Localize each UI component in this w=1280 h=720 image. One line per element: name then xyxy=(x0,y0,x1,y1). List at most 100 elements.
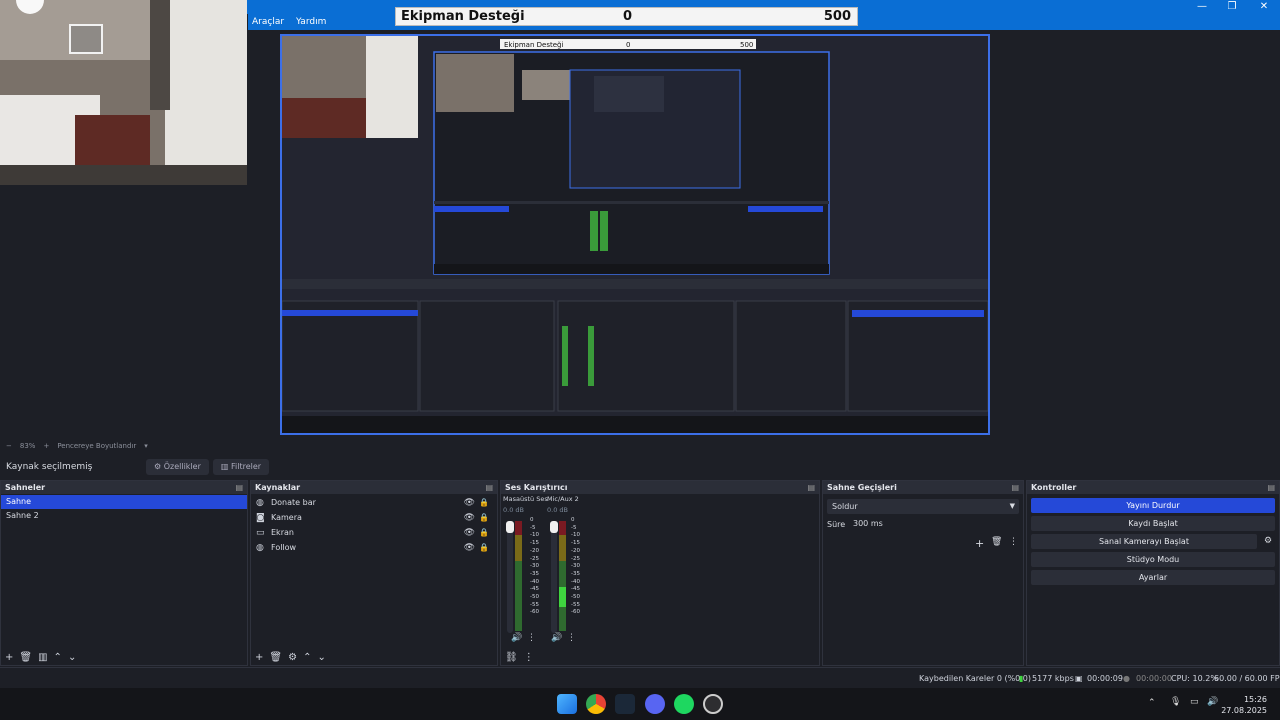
network-icon[interactable]: ▭ xyxy=(1190,697,1199,707)
steam-icon[interactable] xyxy=(615,694,635,714)
controls-title: Kontroller ▤ xyxy=(1027,481,1279,494)
add-icon[interactable]: + xyxy=(5,652,13,663)
camera-icon: ◙ xyxy=(256,512,265,523)
chrome-icon[interactable] xyxy=(586,694,606,714)
scale-tick: -55 xyxy=(571,601,580,608)
speaker-icon[interactable]: 🔊 xyxy=(551,633,562,643)
menu-tools[interactable]: Araçlar xyxy=(252,17,284,27)
volume-fader[interactable] xyxy=(506,521,514,633)
zoom-out-icon[interactable]: − xyxy=(6,442,12,450)
lock-icon[interactable]: 🔒 xyxy=(479,543,489,552)
system-clock[interactable]: 15:26 27.08.2025 xyxy=(1221,694,1267,716)
transition-select[interactable]: Soldur ▼ xyxy=(827,499,1019,514)
dock-menu-icon[interactable]: ▤ xyxy=(1011,481,1019,494)
dock-menu-icon[interactable]: ▤ xyxy=(485,481,493,494)
sources-title-label: Kaynaklar xyxy=(255,483,301,492)
move-up-icon[interactable]: ⌃ xyxy=(303,652,311,663)
add-icon[interactable]: + xyxy=(975,537,984,550)
record-icon: ● xyxy=(1123,674,1130,683)
trash-icon[interactable]: 🗑 xyxy=(991,537,1002,547)
settings-button[interactable]: Ayarlar xyxy=(1031,570,1275,585)
goal-current: 0 xyxy=(623,9,633,24)
eye-icon[interactable]: 👁 xyxy=(464,543,475,553)
move-down-icon[interactable]: ⌄ xyxy=(68,652,76,663)
dock-menu-icon[interactable]: ▤ xyxy=(807,481,815,494)
move-down-icon[interactable]: ⌄ xyxy=(317,652,325,663)
stream-time: 00:00:09 xyxy=(1087,674,1123,683)
chevron-up-icon[interactable]: ⌃ xyxy=(1148,698,1156,708)
controls-dock: Kontroller ▤ Yayını Durdur Kaydı Başlat S… xyxy=(1026,480,1280,666)
stream-preview[interactable]: Ekipman Desteği 0 500 xyxy=(280,34,990,435)
source-label: Follow xyxy=(271,543,297,552)
scale-tick: -20 xyxy=(530,547,539,554)
goal-target: 500 xyxy=(823,9,851,24)
mixer-channel: Mic/Aux 2 0.0 dB 0 -5 -10 -15 -20 -25 -30 -35 -4… xyxy=(547,495,589,645)
eye-icon[interactable]: 👁 xyxy=(464,528,475,538)
volume-icon[interactable]: 🔊 xyxy=(1207,697,1218,707)
move-up-icon[interactable]: ⌃ xyxy=(54,652,62,663)
source-item[interactable]: ◍ Follow 👁 🔒 xyxy=(251,540,497,555)
volume-fader[interactable] xyxy=(550,521,558,633)
speaker-icon[interactable]: 🔊 xyxy=(511,633,522,643)
bitrate: 5177 kbps xyxy=(1032,674,1074,683)
trash-icon[interactable]: 🗑 xyxy=(269,652,282,663)
record-time: 00:00:00 xyxy=(1136,674,1172,683)
chevron-down-icon[interactable]: ▾ xyxy=(144,442,148,450)
zoom-in-icon[interactable]: + xyxy=(43,442,49,450)
filter-icon[interactable]: ▥ xyxy=(38,652,47,663)
zoom-mode[interactable]: Pencereye Boyutlandır xyxy=(57,442,136,450)
cpu-usage: CPU: 10.2% xyxy=(1171,674,1218,683)
duration-input[interactable]: 300 ms xyxy=(853,517,1019,531)
scene-item[interactable]: Sahne 2 xyxy=(1,509,247,523)
lock-icon[interactable]: 🔒 xyxy=(479,528,489,537)
source-item[interactable]: ◍ Donate bar 👁 🔒 xyxy=(251,495,497,510)
stop-stream-button[interactable]: Yayını Durdur xyxy=(1031,498,1275,513)
studio-mode-button[interactable]: Stüdyo Modu xyxy=(1031,552,1275,567)
obs-icon[interactable] xyxy=(703,694,723,714)
eye-icon[interactable]: 👁 xyxy=(464,513,475,523)
maximize-button[interactable]: ❐ xyxy=(1217,0,1247,14)
microphone-icon[interactable]: 🎙 xyxy=(1170,697,1181,707)
source-label: Donate bar xyxy=(271,498,316,507)
mixer-title: Ses Karıştırıcı ▤ xyxy=(501,481,819,494)
dock-menu-icon[interactable]: ▤ xyxy=(235,481,243,494)
scenes-toolbar: + 🗑 ▥ ⌃ ⌄ xyxy=(1,649,247,665)
dock-menu-icon[interactable]: ▤ xyxy=(1267,481,1275,494)
filters-button[interactable]: ▥ Filtreler xyxy=(212,459,270,475)
gear-icon[interactable]: ⚙ xyxy=(288,652,297,663)
close-button[interactable]: ✕ xyxy=(1249,0,1279,14)
menu-help[interactable]: Yardım xyxy=(296,17,326,27)
windows-start-icon[interactable] xyxy=(557,694,577,714)
add-icon[interactable]: + xyxy=(255,652,263,663)
discord-icon[interactable] xyxy=(645,694,665,714)
minimize-button[interactable]: — xyxy=(1187,0,1217,14)
trash-icon[interactable]: 🗑 xyxy=(19,652,32,663)
lock-icon[interactable]: 🔒 xyxy=(479,513,489,522)
scale-tick: -55 xyxy=(530,601,539,608)
eye-icon[interactable]: 👁 xyxy=(464,498,475,508)
lock-icon[interactable]: 🔒 xyxy=(479,498,489,507)
properties-button[interactable]: ⚙ Özellikler xyxy=(146,459,209,475)
transition-menu-icon[interactable]: ⋮ xyxy=(1009,537,1018,547)
source-item[interactable]: ◙ Kamera 👁 🔒 xyxy=(251,510,497,525)
spotify-icon[interactable] xyxy=(674,694,694,714)
nested-goal-name: Ekipman Desteği xyxy=(504,41,563,49)
scene-item[interactable]: Sahne xyxy=(1,495,247,509)
duration-label: Süre xyxy=(827,520,846,529)
scale-tick: -45 xyxy=(530,586,539,593)
channel-menu-icon[interactable]: ⋮ xyxy=(567,633,576,643)
scale-tick: 0 xyxy=(530,517,534,523)
channel-menu-icon[interactable]: ⋮ xyxy=(527,633,536,643)
fader-handle[interactable] xyxy=(506,521,514,533)
mixer-menu-icon[interactable]: ⋮ xyxy=(524,652,534,663)
source-item[interactable]: ▭ Ekran 👁 🔒 xyxy=(251,525,497,540)
channel-db: 0.0 dB xyxy=(547,506,568,514)
fader-handle[interactable] xyxy=(550,521,558,533)
scale-tick: -15 xyxy=(530,540,539,547)
virtual-cam-button[interactable]: Sanal Kamerayı Başlat xyxy=(1031,534,1257,549)
link-icon[interactable]: ⛓ xyxy=(505,652,518,663)
start-record-button[interactable]: Kaydı Başlat xyxy=(1031,516,1275,531)
gear-icon[interactable]: ⚙ xyxy=(1261,534,1275,549)
gear-icon: ⚙ xyxy=(154,462,162,471)
transition-selected: Soldur xyxy=(832,502,858,511)
